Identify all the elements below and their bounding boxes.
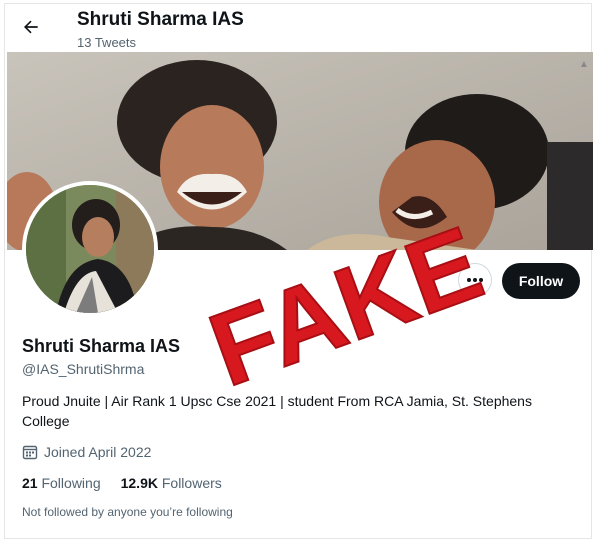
profile-name: Shruti Sharma IAS — [22, 336, 181, 356]
avatar[interactable] — [22, 181, 158, 317]
back-button[interactable] — [17, 13, 45, 41]
profile-page: Shruti Sharma IAS 13 Tweets ▲ Follow Shr… — [4, 3, 593, 539]
joined-date-text: Joined April 2022 — [44, 444, 152, 460]
more-options-button[interactable] — [458, 263, 492, 297]
avatar-photo — [26, 185, 154, 313]
scrollbar-up-arrow[interactable]: ▲ — [579, 59, 589, 75]
profile-handle: @IAS_ShrutiShrma — [22, 361, 145, 377]
following-label: Following — [41, 475, 101, 491]
joined-date: Joined April 2022 — [22, 444, 151, 460]
not-followed-notice: Not followed by anyone you’re following — [22, 505, 233, 519]
followers-label: Followers — [161, 475, 222, 491]
calendar-icon — [22, 444, 38, 460]
following-count: 21 — [22, 475, 38, 491]
profile-header-bar: Shruti Sharma IAS 13 Tweets — [5, 4, 591, 54]
arrow-left-icon — [24, 20, 38, 34]
follow-button[interactable]: Follow — [502, 263, 580, 299]
profile-bio: Proud Jnuite | Air Rank 1 Upsc Cse 2021 … — [22, 393, 532, 429]
followers-link[interactable]: 12.9K Followers — [121, 475, 222, 491]
header-tweet-count: 13 Tweets — [77, 35, 137, 50]
follow-stats: 21 Following 12.9K Followers — [22, 475, 242, 491]
header-profile-name: Shruti Sharma IAS — [77, 9, 244, 30]
more-horizontal-icon — [467, 278, 483, 282]
followers-count: 12.9K — [120, 475, 158, 491]
following-link[interactable]: 21 Following — [22, 475, 101, 491]
